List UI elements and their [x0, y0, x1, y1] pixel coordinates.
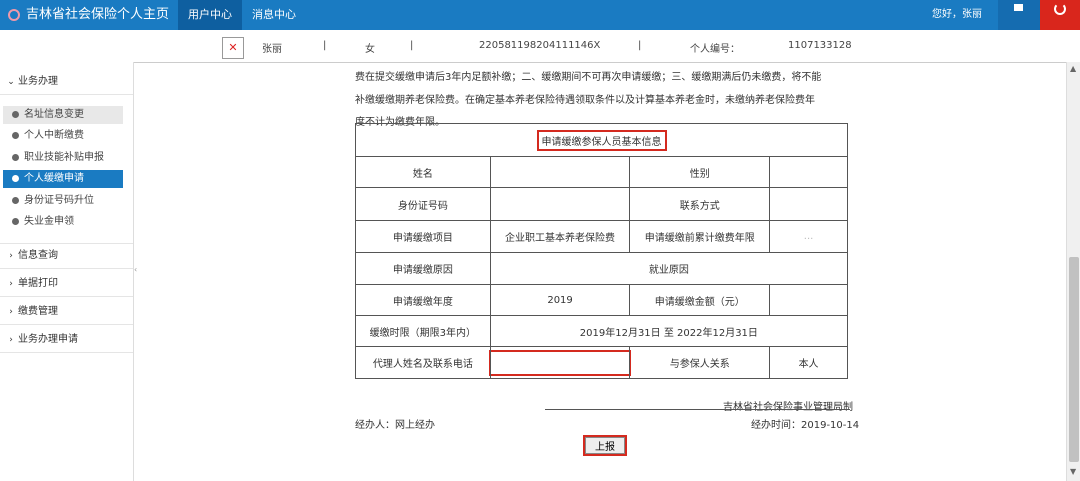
bullet-icon: [12, 110, 19, 118]
agent-input[interactable]: [488, 349, 632, 376]
contact-value: [769, 187, 848, 221]
agent-input-cell[interactable]: [488, 346, 632, 379]
scroll-up-icon[interactable]: ▲: [1070, 64, 1076, 73]
deferral-item-label: 申请缓缴项目: [355, 220, 491, 253]
sidebar-section-print[interactable]: › 单据打印: [0, 272, 133, 297]
submit-button[interactable]: 上报: [585, 437, 625, 454]
bullet-icon: [12, 217, 19, 225]
user-name: 张丽: [262, 44, 282, 55]
bullet-icon: [12, 174, 19, 182]
item-label: 个人缓缴申请: [24, 173, 84, 184]
power-icon: [1054, 3, 1066, 15]
notice-line: 费在提交缓缴申请后3年内足额补缴；二、缓缴期间不可再次申请缓缴；三、缓缴期满后仍…: [355, 72, 822, 83]
paid-years-value: ...: [769, 220, 848, 253]
site-brand[interactable]: 吉林省社会保险个人主页: [8, 0, 169, 30]
mail-icon: [1014, 4, 1023, 11]
vertical-scrollbar[interactable]: ▲ ▼: [1066, 62, 1080, 481]
bullet-icon: [12, 131, 19, 139]
mail-button[interactable]: [998, 0, 1040, 30]
id-label: 身份证号码: [355, 187, 491, 221]
section-label: 单据打印: [18, 278, 58, 289]
sidebar-section-business-apply[interactable]: › 业务办理申请: [0, 328, 133, 353]
sidebar: ⌄ 业务办理 名址信息变更 个人中断缴费 职业技能补贴申报 个人缓缴申请 身份证号…: [0, 62, 134, 481]
deferral-year-value: 2019: [489, 284, 631, 316]
chevron-down-icon: ⌄: [7, 77, 15, 87]
paid-years-label: 申请缓缴前累计缴费年限: [629, 220, 771, 253]
sidebar-item-interrupt-payment[interactable]: 个人中断缴费: [3, 127, 123, 145]
contact-label: 联系方式: [629, 187, 771, 221]
issuing-org: 吉林省社会保险事业管理局制: [723, 402, 853, 413]
section-label: 缴费管理: [18, 306, 58, 317]
sidebar-section-info-query[interactable]: › 信息查询: [0, 243, 133, 269]
sidebar-collapse-handle[interactable]: ‹: [134, 265, 137, 274]
personal-no: 1107133128: [788, 40, 852, 51]
relation-label: 与参保人关系: [629, 346, 771, 379]
deferral-amount-value: [769, 284, 848, 316]
chevron-right-icon: ›: [9, 251, 13, 261]
sidebar-item-unemployment-benefit[interactable]: 失业金申领: [3, 213, 123, 231]
site-title: 吉林省社会保险个人主页: [26, 7, 170, 22]
section-label: 信息查询: [18, 250, 58, 261]
section-label: 业务办理: [18, 76, 58, 87]
gender-value: [769, 156, 848, 188]
sidebar-item-address-change[interactable]: 名址信息变更: [3, 106, 123, 124]
top-bar: 吉林省社会保险个人主页 用户中心 消息中心 您好，张丽: [0, 0, 1080, 30]
deferral-year-label: 申请缓缴年度: [355, 284, 491, 316]
avatar-placeholder-icon: ✕: [222, 37, 244, 59]
divider: |: [638, 40, 642, 51]
item-label: 职业技能补贴申报: [24, 152, 104, 163]
form-title: 申请缓缴参保人员基本信息: [536, 129, 667, 151]
deferral-period-value: 2019年12月31日 至 2022年12月31日: [489, 315, 849, 347]
sidebar-section-payment[interactable]: › 缴费管理: [0, 300, 133, 325]
notice-line: 补缴缓缴期养老保险费。在确定基本养老保险待遇领取条件以及计算基本养老金时，未缴纳…: [355, 95, 815, 106]
sidebar-item-deferral-application[interactable]: 个人缓缴申请: [3, 170, 123, 188]
user-id-number: 220581198204111146X: [479, 40, 601, 51]
sidebar-item-id-upgrade[interactable]: 身份证号码升位: [3, 192, 123, 210]
bullet-icon: [12, 196, 19, 204]
nav-user-center[interactable]: 用户中心: [178, 0, 242, 30]
deferral-amount-label: 申请缓缴金额（元）: [629, 284, 771, 316]
chevron-right-icon: ›: [9, 335, 13, 345]
logout-button[interactable]: [1040, 0, 1080, 30]
deferral-form-table: 申请缓缴参保人员基本信息 姓名 性别 身份证号码 联系方式 申请缓缴项目 企业职…: [355, 123, 849, 379]
section-label: 业务办理申请: [18, 334, 78, 345]
deferral-reason-value: 就业原因: [489, 252, 849, 285]
user-gender: 女: [365, 44, 375, 55]
sidebar-item-skill-subsidy[interactable]: 职业技能补贴申报: [3, 149, 123, 167]
chevron-right-icon: ›: [9, 279, 13, 289]
item-label: 身份证号码升位: [24, 195, 94, 206]
name-label: 姓名: [355, 156, 491, 188]
submit-highlight: 上报: [583, 435, 627, 456]
handler-label: 经办人：网上经办: [355, 420, 435, 431]
id-value: [489, 187, 631, 221]
name-value: [489, 156, 631, 188]
handle-date: 经办时间：2019-10-14: [751, 420, 860, 431]
bullet-icon: [12, 153, 19, 161]
item-label: 个人中断缴费: [24, 130, 84, 141]
user-info-bar: ✕ 张丽 | 女 | 220581198204111146X | 个人编号： 1…: [0, 30, 1080, 63]
agent-label: 代理人姓名及联系电话: [355, 346, 491, 379]
logo-icon: [8, 8, 20, 21]
relation-value: 本人: [769, 346, 848, 379]
user-greeting[interactable]: 您好，张丽: [932, 0, 982, 30]
divider: |: [323, 40, 327, 51]
deferral-period-label: 缓缴时限（期限3年内）: [355, 315, 491, 347]
scroll-down-icon[interactable]: ▼: [1070, 467, 1076, 476]
deferral-reason-label: 申请缓缴原因: [355, 252, 491, 285]
scrollbar-thumb[interactable]: [1069, 257, 1079, 462]
personal-no-label: 个人编号：: [690, 44, 740, 55]
divider: |: [410, 40, 414, 51]
sidebar-section-business[interactable]: ⌄ 业务办理: [0, 70, 133, 95]
item-label: 名址信息变更: [24, 109, 84, 120]
top-nav: 用户中心 消息中心: [178, 0, 306, 30]
nav-message-center[interactable]: 消息中心: [242, 0, 306, 30]
deferral-item-value: 企业职工基本养老保险费: [489, 220, 631, 253]
signature-line: [545, 409, 850, 410]
gender-label: 性别: [629, 156, 771, 188]
item-label: 失业金申领: [24, 216, 74, 227]
chevron-right-icon: ›: [9, 307, 13, 317]
